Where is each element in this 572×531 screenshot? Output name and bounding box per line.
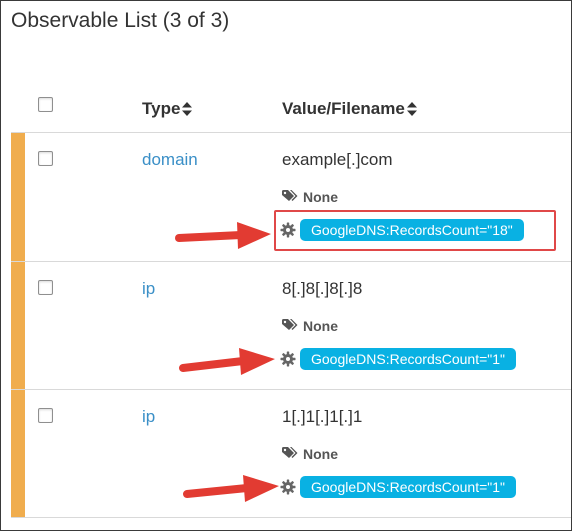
panel-title: Observable List (3 of 3) [11,9,230,32]
tag-icon [282,319,298,330]
value-column-header[interactable]: Value/Filename [282,99,417,119]
gear-icon[interactable] [280,351,296,367]
row-status-bar [11,390,25,517]
sort-icon[interactable] [182,102,193,116]
tag-icon [282,190,298,201]
select-all-checkbox[interactable] [38,97,53,112]
enrichment-badge[interactable]: GoogleDNS:RecordsCount="1" [300,476,516,498]
observable-type-link[interactable]: domain [142,150,198,170]
table-row: ip 8[.]8[.]8[.]8 None GoogleDNS:RecordsC… [11,262,571,390]
table-header-row: Type Value/Filename [11,87,571,133]
enrichment-line: GoogleDNS:RecordsCount="1" [280,348,516,370]
enrichment-line: GoogleDNS:RecordsCount="1" [280,476,516,498]
observable-value: 1[.]1[.]1[.]1 [282,407,363,426]
tag-icon [282,447,298,458]
type-header-label: Type [142,99,181,118]
red-arrow-annotation [175,222,271,249]
observable-type-link[interactable]: ip [142,279,155,299]
row-status-bar [11,262,25,389]
row-checkbox[interactable] [38,280,53,295]
tag-label: None [303,189,338,205]
tag-label: None [303,446,338,462]
enrichment-badge[interactable]: GoogleDNS:RecordsCount="1" [300,348,516,370]
table-row: ip 1[.]1[.]1[.]1 None GoogleDNS:RecordsC… [11,390,571,518]
red-arrow-annotation [183,475,279,502]
row-status-bar [11,133,25,261]
red-arrow-annotation [179,348,275,375]
observable-type-link[interactable]: ip [142,407,155,427]
type-column-header[interactable]: Type [142,99,193,119]
observable-list-panel: Observable List (3 of 3) Type Value/File… [0,0,572,531]
sort-icon[interactable] [406,102,417,116]
observable-value: 8[.]8[.]8[.]8 [282,279,363,298]
tag-line: None [282,318,338,334]
value-header-label: Value/Filename [282,99,405,118]
tag-line: None [282,446,338,462]
row-checkbox[interactable] [38,408,53,423]
tag-label: None [303,318,338,334]
observable-value: example[.]com [282,150,393,169]
tag-line: None [282,189,338,205]
row-checkbox[interactable] [38,151,53,166]
gear-icon[interactable] [280,479,296,495]
highlight-box [274,210,556,251]
